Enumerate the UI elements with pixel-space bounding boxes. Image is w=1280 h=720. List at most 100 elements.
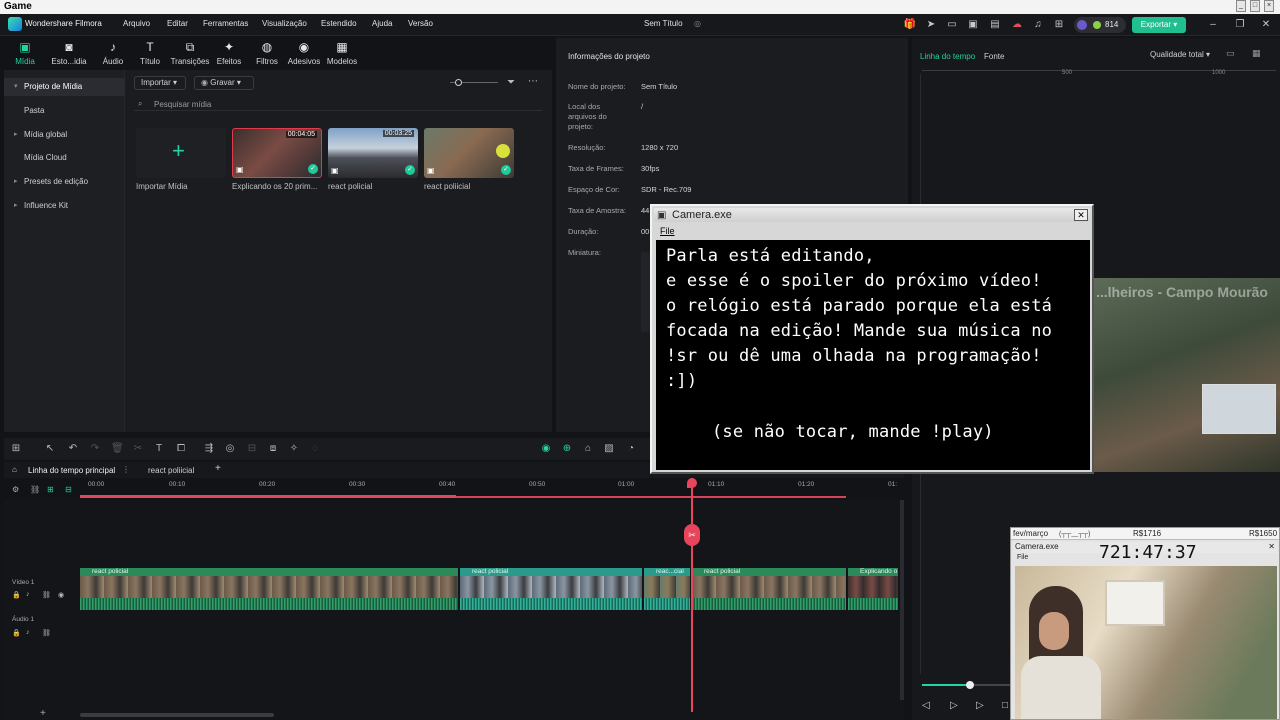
link-icon[interactable]: ⛓ [30,485,40,494]
send-icon[interactable]: ➤ [924,18,938,32]
sidebar-item-edit-presets[interactable]: ▸ Presets de edição [4,173,125,191]
speed-icon[interactable]: ⇶ [203,443,215,455]
prev-frame-icon[interactable]: ◁ [922,700,930,711]
menu-visualizacao[interactable]: Visualização [262,19,307,28]
overlay-menu-file[interactable]: File [1017,554,1028,561]
menu-ajuda[interactable]: Ajuda [372,19,392,28]
restore-icon[interactable]: ❐ [1233,18,1247,32]
add-track-icon[interactable]: ⊞ [47,485,54,494]
save-icon[interactable]: ▤ [988,18,1002,32]
undo-icon[interactable]: ↶ [67,443,79,455]
tab-timeline-preview[interactable]: Linha do tempo [920,52,975,61]
tab-menu-icon[interactable]: ⋮ [122,465,130,474]
export-button[interactable]: Exportar ▾ [1132,17,1186,33]
playback-slider[interactable] [922,681,1010,689]
layout-grid-icon[interactable]: ⊞ [10,443,22,455]
gift-icon[interactable]: 🎁 [903,18,917,32]
delete-icon[interactable]: 🗑 [111,443,124,455]
clip[interactable]: react policial [80,568,458,610]
play-icon[interactable]: ▷ [976,700,984,711]
mute-icon[interactable]: ♪ [26,629,30,636]
tool-title[interactable]: T Título [130,40,170,66]
magic-icon[interactable]: ✧ [288,443,300,455]
timeline-vscroll[interactable] [900,500,904,700]
tool-audio[interactable]: ♪ Áudio [93,40,133,66]
more-icon[interactable]: ⋯ [528,76,538,87]
zoom-slider-handle[interactable] [455,79,462,86]
camera-window-titlebar[interactable]: ▣ Camera.exe ✕ [654,208,1090,222]
timeline-scrollbar[interactable] [80,713,274,717]
split-icon[interactable]: ⊟ [246,443,258,455]
import-dropdown[interactable]: Importar ▾ [134,76,186,90]
tab-main-timeline[interactable]: Linha do tempo principal [28,466,115,475]
menu-arquivo[interactable]: Arquivo [123,19,150,28]
menu-estendido[interactable]: Estendido [321,19,357,28]
playback-slider-handle[interactable] [966,681,975,689]
monitor-icon[interactable]: ▭ [945,18,959,32]
stop-icon[interactable]: □ [1002,700,1008,711]
record-dropdown[interactable]: ◉ Gravar ▾ [194,76,254,90]
track-settings-icon[interactable]: ⚙ [12,485,19,494]
clip[interactable]: reac...cial [644,568,690,610]
overlay-close-icon[interactable]: ✕ [1268,542,1275,551]
ai-tool-icon[interactable]: ◎ [224,443,236,455]
marker-icon[interactable]: ⌂ [582,443,594,455]
os-maximize-button[interactable]: □ [1250,0,1260,12]
speed-ramp-icon[interactable]: ◔ [625,443,637,455]
headset-icon[interactable]: ♫ [1031,18,1045,32]
crop-icon[interactable]: ⧠ [175,443,187,455]
tool-transitions[interactable]: ⧉ Transições [170,40,210,66]
filter-icon[interactable]: ⏷ [507,77,515,88]
minimize-icon[interactable]: – [1206,18,1220,32]
clip[interactable]: react policial [692,568,846,610]
snapshot-icon[interactable]: ▭ [1226,48,1235,59]
camera-menu-file[interactable]: File [660,226,675,236]
snapshot-tl-icon[interactable]: ▨ [603,443,615,455]
clip[interactable]: react policial [460,568,642,610]
link-track-icon[interactable]: ⛓ [42,591,51,599]
freeze-icon[interactable]: ⧈ [267,443,279,455]
sidebar-item-folder[interactable]: Pasta [4,102,125,120]
redo-icon[interactable]: ↷ [89,443,101,455]
text-tool-icon[interactable]: T [153,443,165,455]
mute-icon[interactable]: ♪ [26,591,30,598]
sidebar-item-influence-kit[interactable]: ▸ Influence Kit [4,197,125,215]
link-track-icon[interactable]: ⛓ [42,629,51,637]
tool-templates[interactable]: ▦ Modelos [322,40,362,66]
media-thumb[interactable]: ▣ ✓ [424,128,514,178]
tab-source[interactable]: Fonte [984,52,1004,61]
camera-close-button[interactable]: ✕ [1074,209,1088,221]
search-input[interactable]: Pesquisar mídia [154,100,211,109]
ai-copilot-icon[interactable]: ◉ [540,443,552,455]
select-tool-icon[interactable]: ↖ [44,443,56,455]
tool-effects[interactable]: ✦ Efeitos [209,40,249,66]
media-search[interactable]: ⌕ Pesquisar mídia [134,97,542,111]
sidebar-item-global-media[interactable]: ▸ Mídia global [4,126,125,144]
lock-icon[interactable]: 🔒 [12,629,21,637]
quality-dropdown[interactable]: Qualidade total ▾ [1146,48,1214,62]
sidebar-item-project-media[interactable]: ▾ Projeto de Mídia [4,78,125,96]
os-close-button[interactable]: × [1264,0,1274,12]
playhead[interactable] [691,478,693,712]
cut-icon[interactable]: ✂ [132,443,144,455]
add-icon[interactable]: + [40,708,46,719]
tool-media[interactable]: ▣ Mídia [5,40,45,66]
eye-icon[interactable]: ◉ [58,591,64,599]
media-thumb[interactable]: 00:04:05 ▣ ✓ [232,128,322,178]
os-minimize-button[interactable]: _ [1236,0,1246,12]
cloud-icon[interactable]: ☁ [1010,18,1024,32]
layout-icon[interactable]: ▦ [1252,48,1261,59]
play-back-icon[interactable]: ▷ [950,700,958,711]
tool-filters[interactable]: ◍ Filtros [247,40,287,66]
tool-stock[interactable]: ◙ Esto...idia [49,40,89,66]
color-icon[interactable]: ◌ [309,443,321,455]
scissors-icon[interactable]: ✂ [684,524,700,546]
menu-versao[interactable]: Versão [408,19,433,28]
menu-ferramentas[interactable]: Ferramentas [203,19,248,28]
sidebar-item-cloud-media[interactable]: Mídia Cloud [4,149,125,167]
tab-react-poliicial[interactable]: react poliicial [148,466,194,475]
tool-stickers[interactable]: ◉ Adesivos [284,40,324,66]
menu-editar[interactable]: Editar [167,19,188,28]
grid-icon[interactable]: ⊞ [1052,18,1066,32]
info-circle-icon[interactable]: ◎ [694,19,701,28]
